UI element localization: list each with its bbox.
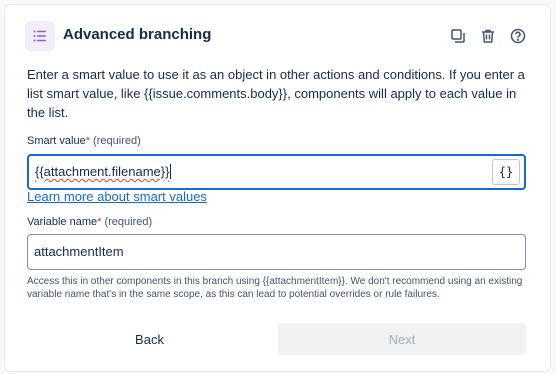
learn-more-link[interactable]: Learn more about smart values xyxy=(27,189,207,204)
help-icon[interactable] xyxy=(506,24,530,48)
required-mark: * xyxy=(85,135,90,147)
text-caret xyxy=(170,164,172,179)
required-mark: * xyxy=(97,216,102,228)
variable-name-input[interactable]: attachmentItem xyxy=(27,234,526,270)
required-text: (required) xyxy=(104,216,153,228)
description-text: Enter a smart value to use it as an obje… xyxy=(27,67,525,120)
list-icon xyxy=(25,21,55,51)
variable-name-label-text: Variable name xyxy=(27,216,98,228)
smart-value-input[interactable]: {{attachment.filename}} {} xyxy=(27,154,526,190)
advanced-branching-panel: Advanced branching Enter a smart value t… xyxy=(5,5,550,371)
smart-value-text[interactable]: {{attachment.filename}} xyxy=(35,164,172,179)
duplicate-icon[interactable] xyxy=(446,24,470,48)
header-actions xyxy=(446,24,530,48)
delete-icon[interactable] xyxy=(476,24,500,48)
smart-value-label: Smart value* (required) xyxy=(27,135,141,147)
next-button[interactable]: Next xyxy=(278,323,526,355)
panel-header: Advanced branching xyxy=(25,19,530,53)
insert-smart-value-button[interactable]: {} xyxy=(492,159,520,185)
page-title: Advanced branching xyxy=(63,26,212,43)
variable-name-field-text[interactable]: attachmentItem xyxy=(34,244,124,259)
variable-name-label: Variable name* (required) xyxy=(27,216,152,228)
required-text: (required) xyxy=(93,135,141,147)
variable-helper-text: Access this in other components in this … xyxy=(27,276,523,300)
smart-value-field-text: {{attachment.filename}} xyxy=(35,164,170,179)
back-button[interactable]: Back xyxy=(27,323,272,355)
smart-value-label-text: Smart value xyxy=(27,135,86,147)
